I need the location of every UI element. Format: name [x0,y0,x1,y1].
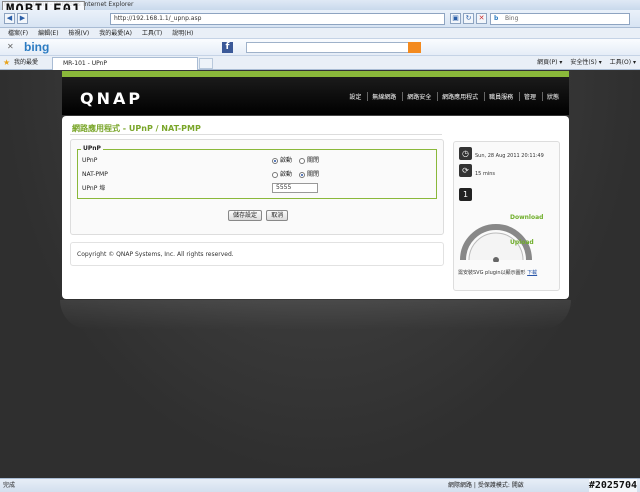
status-sidebar: ◷ Sun, 28 Aug 2011 20:11:49 ⟳ 15 mins 1 … [453,141,560,291]
clock-icon: ◷ [459,147,472,160]
natpmp-enable-radio[interactable] [272,171,278,178]
address-input[interactable]: http://192.168.1.1/_upnp.asp [110,13,445,25]
uptime-text: 15 mins [475,171,495,177]
natpmp-disable-radio[interactable] [298,171,305,178]
bing-logo: bing [24,40,50,54]
search-input[interactable]: b Bing [490,13,630,25]
footer-panel: Copyright © QNAP Systems, Inc. All right… [70,242,444,266]
natpmp-options: 啟動 關閉 [272,169,324,180]
nav-settings[interactable]: 設定 [345,92,365,101]
menu-bar: 檔案(F) 編輯(E) 檢視(V) 我的最愛(A) 工具(T) 說明(H) [0,28,640,39]
natpmp-label: NAT-PMP [82,171,108,178]
connection-icon: 1 [459,188,472,201]
port-label: UPnP 埠 [82,185,106,192]
back-icon[interactable]: ◀ [4,13,15,24]
menu-edit[interactable]: 編輯(E) [38,28,58,39]
menu-view[interactable]: 檢視(V) [68,28,89,39]
content-area: 網路應用程式 - UPnP / NAT-PMP UPnP UPnP 啟動 關閉 … [62,116,569,299]
bing-search-icon: b [494,15,499,22]
menu-tools[interactable]: 工具(T) [142,28,162,39]
nav-services[interactable]: 職員服務 [484,92,517,101]
button-row: 儲存設定 取消 [228,210,290,221]
tab-active[interactable]: MR-101 - UPnP [52,57,198,70]
settings-panel: UPnP UPnP 啟動 關閉 NAT-PMP 啟動 關閉 UPnP 埠 555… [70,139,444,235]
upload-label: Upload [510,239,534,246]
nav-wireless[interactable]: 無線網路 [367,92,400,101]
uptime-icon: ⟳ [459,164,472,177]
stop-icon[interactable]: ✕ [476,13,487,24]
upnp-disable-radio[interactable] [298,157,305,164]
window-title-bar: MR-101 - UPnP - Windows Internet Explore… [0,0,640,10]
upnp-enable-label[interactable]: 啟動 [280,157,292,164]
favorites-label[interactable]: 我的最愛 [14,56,38,70]
menu-favorites[interactable]: 我的最愛(A) [99,28,132,39]
zone-text: 網際網路 | 受保護模式: 開啟 [448,482,524,489]
natpmp-row: NAT-PMP 啟動 關閉 [82,169,432,180]
port-row: UPnP 埠 5555 [82,183,432,194]
upnp-label: UPnP [82,157,98,164]
upnp-fieldset: UPnP UPnP 啟動 關閉 NAT-PMP 啟動 關閉 UPnP 埠 555… [77,145,437,199]
close-toolbar-icon[interactable]: ✕ [7,42,14,51]
qnap-logo: QNAP [80,89,144,108]
panel-reflection [60,300,571,330]
fieldset-legend: UPnP [81,145,103,152]
save-button[interactable]: 儲存設定 [228,210,263,221]
bing-toolbar-input[interactable] [246,42,421,53]
copyright-text: Copyright © QNAP Systems, Inc. All right… [77,251,234,258]
page-title: 網路應用程式 - UPnP / NAT-PMP [72,124,201,133]
top-nav: 設定 無線網路 網路安全 網路應用程式 職員服務 管理 狀態 [345,92,563,101]
address-bar-row: ◀ ▶ http://192.168.1.1/_upnp.asp ▣ ↻ ✕ b… [0,10,640,28]
command-bar: 網頁(P) ▾ 安全性(S) ▾ 工具(O) ▾ [531,56,636,70]
svg-plugin-note: 需安裝SVG plugin以顯示圖形 下載 [458,269,537,276]
upnp-row: UPnP 啟動 關閉 [82,155,432,166]
cancel-button[interactable]: 取消 [266,210,289,221]
favorites-bar: ★ 我的最愛 MR-101 - UPnP 網頁(P) ▾ 安全性(S) ▾ 工具… [0,56,640,70]
forward-icon[interactable]: ▶ [17,13,28,24]
menu-help[interactable]: 說明(H) [172,28,193,39]
natpmp-disable-label[interactable]: 關閉 [307,171,319,178]
watermark-id: #2025704 [588,479,637,492]
tab-title: MR-101 - UPnP [63,60,108,67]
upnp-enable-radio[interactable] [272,157,278,164]
page-viewport: QNAP 設定 無線網路 網路安全 網路應用程式 職員服務 管理 狀態 網路應用… [0,71,640,478]
svg-note-text: 需安裝SVG plugin以顯示圖形 [458,270,526,276]
refresh-icon[interactable]: ↻ [463,13,474,24]
title-divider [70,134,442,135]
datetime-text: Sun, 28 Aug 2011 20:11:49 [475,153,544,159]
menu-file[interactable]: 檔案(F) [8,28,28,39]
facebook-icon[interactable]: f [222,42,233,53]
star-icon[interactable]: ★ [3,56,10,70]
bing-toolbar: ✕ bing f [0,39,640,56]
bing-search-button[interactable] [408,42,421,53]
cmd-safety[interactable]: 安全性(S) ▾ [570,59,601,66]
natpmp-enable-label[interactable]: 啟動 [280,171,292,178]
nav-apps[interactable]: 網路應用程式 [437,92,482,101]
cmd-page[interactable]: 網頁(P) ▾ [537,59,562,66]
status-bar: 完成 網際網路 | 受保護模式: 開啟 #2025704 [0,478,640,492]
download-label: Download [510,214,544,221]
new-tab-button[interactable] [199,58,213,69]
compat-icon[interactable]: ▣ [450,13,461,24]
svg-download-link[interactable]: 下載 [527,270,537,276]
cmd-tools[interactable]: 工具(O) ▾ [610,59,636,66]
router-header: QNAP 設定 無線網路 網路安全 網路應用程式 職員服務 管理 狀態 [62,71,569,115]
nav-security[interactable]: 網路安全 [402,92,435,101]
nav-admin[interactable]: 管理 [519,92,540,101]
upnp-options: 啟動 關閉 [272,155,324,166]
upnp-port-input[interactable]: 5555 [272,183,318,193]
status-text: 完成 [3,482,16,489]
upnp-disable-label[interactable]: 關閉 [307,157,319,164]
nav-status[interactable]: 狀態 [541,92,563,101]
